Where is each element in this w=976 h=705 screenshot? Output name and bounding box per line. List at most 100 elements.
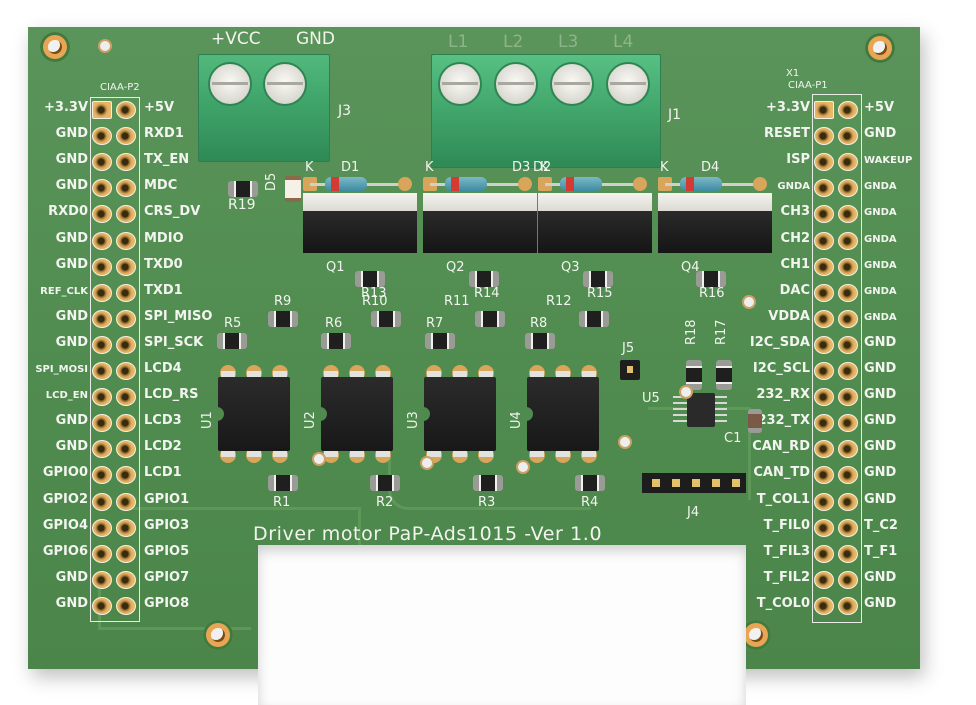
- header-pin: [712, 479, 720, 487]
- header-pin-16[interactable]: [838, 283, 858, 302]
- header-pin-16[interactable]: [116, 283, 136, 302]
- header-pin-1[interactable]: [92, 101, 112, 119]
- screw-terminal-l3[interactable]: [550, 62, 594, 106]
- header-pin-20[interactable]: [838, 335, 858, 354]
- mosfet-label: Q1: [326, 260, 345, 275]
- header-pin-23[interactable]: [92, 388, 112, 407]
- header-pin-37[interactable]: [92, 570, 112, 589]
- header-pin-22[interactable]: [838, 362, 858, 380]
- header-pin: [672, 479, 680, 487]
- header-pin-38[interactable]: [116, 570, 136, 589]
- header-pin-4[interactable]: [116, 127, 136, 146]
- screw-terminal-vcc[interactable]: [208, 62, 252, 106]
- header-pin-11[interactable]: [814, 231, 834, 250]
- header-pin-18[interactable]: [838, 309, 858, 328]
- diode-pad: [398, 177, 412, 191]
- pin-label: +5V: [864, 100, 894, 115]
- via: [679, 385, 693, 399]
- header-pin-33[interactable]: [814, 518, 834, 537]
- header-pin-17[interactable]: [814, 309, 834, 328]
- header-pin-4[interactable]: [838, 127, 858, 146]
- pin-label: SPI_SCK: [144, 334, 204, 350]
- pin-label: T_C2: [864, 517, 898, 533]
- header-pin-40[interactable]: [116, 596, 136, 615]
- diode-pad: [753, 177, 767, 191]
- header-pin-32[interactable]: [116, 492, 136, 511]
- header-pin-38[interactable]: [838, 570, 858, 589]
- mosfet-q1: [303, 211, 417, 253]
- header-pin-32[interactable]: [838, 492, 858, 511]
- pin-label: T_FIL2: [763, 569, 810, 585]
- header-pin-22[interactable]: [116, 362, 136, 380]
- optocoupler-u3: [422, 377, 496, 451]
- optocoupler-label: U1: [200, 411, 215, 429]
- via: [420, 456, 434, 470]
- header-pin-18[interactable]: [116, 309, 136, 328]
- diode-label: D3: [512, 160, 531, 175]
- pin-label: GND: [55, 595, 88, 611]
- pin-label: GNDA: [777, 181, 810, 193]
- pin-label: +3.3V: [766, 100, 810, 115]
- header-pin-36[interactable]: [116, 544, 136, 563]
- header-pin-39[interactable]: [814, 596, 834, 615]
- diode-pad: [518, 177, 532, 191]
- header-pin-15[interactable]: [92, 283, 112, 302]
- header-pin-15[interactable]: [814, 283, 834, 302]
- screw-terminal-gnd[interactable]: [263, 62, 307, 106]
- header-pin-31[interactable]: [92, 492, 112, 511]
- header-pin-3[interactable]: [92, 127, 112, 146]
- header-pin-40[interactable]: [838, 596, 858, 615]
- header-pin-39[interactable]: [92, 596, 112, 615]
- screw-terminal-l2[interactable]: [494, 62, 538, 106]
- header-pin-14[interactable]: [116, 257, 136, 276]
- header-pin-35[interactable]: [92, 544, 112, 563]
- header-pin-20[interactable]: [116, 335, 136, 354]
- pin-header-j4[interactable]: [642, 473, 746, 493]
- via: [516, 460, 530, 474]
- header-pin-11[interactable]: [92, 231, 112, 250]
- header-pin-34[interactable]: [838, 518, 858, 537]
- header-pin-23[interactable]: [814, 388, 834, 407]
- header-pin-17[interactable]: [92, 309, 112, 328]
- header-pin-13[interactable]: [814, 257, 834, 276]
- pin-label: CH1: [780, 256, 810, 272]
- header-pin-21[interactable]: [92, 362, 112, 380]
- adc-u5-leads-right: [713, 396, 727, 424]
- header-pin-31[interactable]: [814, 492, 834, 511]
- header-pin-1[interactable]: [814, 101, 834, 119]
- jumper-j5-label: J5: [622, 341, 635, 356]
- header-pin-12[interactable]: [838, 231, 858, 250]
- header-pin-2[interactable]: [116, 101, 136, 119]
- header-pin-34[interactable]: [116, 518, 136, 537]
- header-pin-12[interactable]: [116, 231, 136, 250]
- mosfet-q4: [658, 211, 772, 253]
- pin-label: ISP: [786, 152, 810, 168]
- header-pin-3[interactable]: [814, 127, 834, 146]
- header-pin-2[interactable]: [838, 101, 858, 119]
- diode-cathode-label: K: [660, 160, 669, 175]
- resistor-r2-label: R2: [376, 495, 394, 510]
- header-pin-33[interactable]: [92, 518, 112, 537]
- header-pin-24[interactable]: [116, 388, 136, 407]
- header-pin-19[interactable]: [92, 335, 112, 354]
- header-pin-14[interactable]: [838, 257, 858, 276]
- resistor-r9-label: R9: [274, 294, 292, 309]
- header-pin-19[interactable]: [814, 335, 834, 354]
- pin-label: GND: [864, 361, 897, 376]
- header-pin-36[interactable]: [838, 544, 858, 563]
- pin-label: T_F1: [864, 543, 898, 559]
- header-pin-21[interactable]: [814, 362, 834, 380]
- header-pin-37[interactable]: [814, 570, 834, 589]
- mosfet-tab: [538, 193, 652, 211]
- resistor-r12: [579, 311, 609, 327]
- diode-band: [566, 177, 574, 191]
- header-pin: [732, 479, 740, 487]
- header-pin-35[interactable]: [814, 544, 834, 563]
- header-pin-13[interactable]: [92, 257, 112, 276]
- screw-terminal-l4[interactable]: [606, 62, 650, 106]
- header-pin-24[interactable]: [838, 388, 858, 407]
- resistor-r11: [475, 311, 505, 327]
- screw-terminal-l1[interactable]: [438, 62, 482, 106]
- resistor-r15-label: R15: [587, 286, 613, 301]
- jumper-j5[interactable]: [620, 360, 640, 380]
